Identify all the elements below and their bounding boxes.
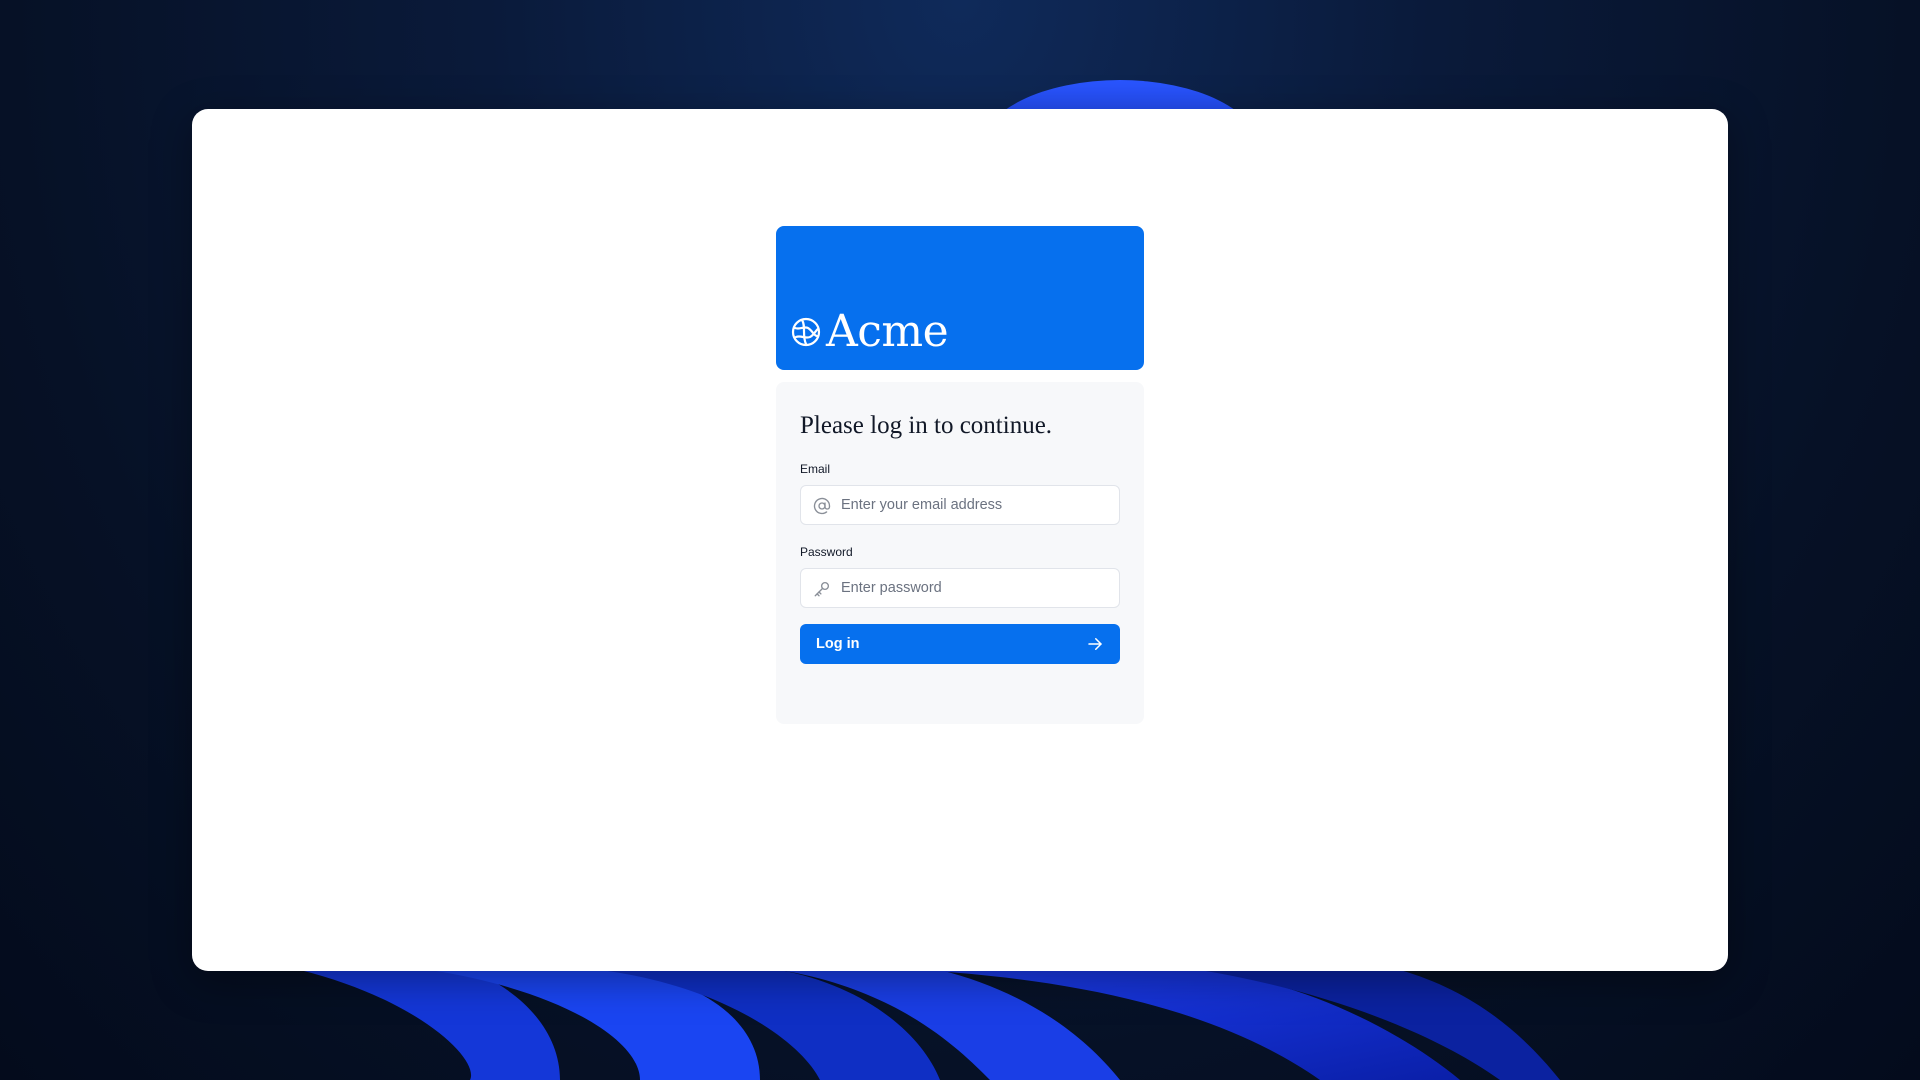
login-form: Please log in to continue. Email Passwor… <box>776 382 1144 724</box>
password-input[interactable] <box>841 569 1111 607</box>
email-label: Email <box>800 462 831 476</box>
email-input[interactable] <box>841 486 1111 524</box>
app-window: Acme Please log in to continue. Email Pa… <box>192 109 1728 971</box>
brand-banner: Acme <box>776 226 1144 370</box>
form-title: Please log in to continue. <box>800 412 1053 439</box>
arrow-right-icon <box>1088 638 1102 650</box>
brand-name: Acme <box>826 306 949 357</box>
password-label: Password <box>800 545 853 559</box>
password-field-container <box>800 568 1120 608</box>
brand-logo: Acme <box>790 306 949 357</box>
login-button[interactable]: Log in <box>800 624 1120 664</box>
at-sign-icon <box>813 497 831 515</box>
key-icon <box>814 581 830 597</box>
globe-icon <box>791 317 821 347</box>
login-button-label: Log in <box>816 636 860 652</box>
email-field-container <box>800 485 1120 525</box>
login-panel: Acme Please log in to continue. Email Pa… <box>776 226 1144 724</box>
